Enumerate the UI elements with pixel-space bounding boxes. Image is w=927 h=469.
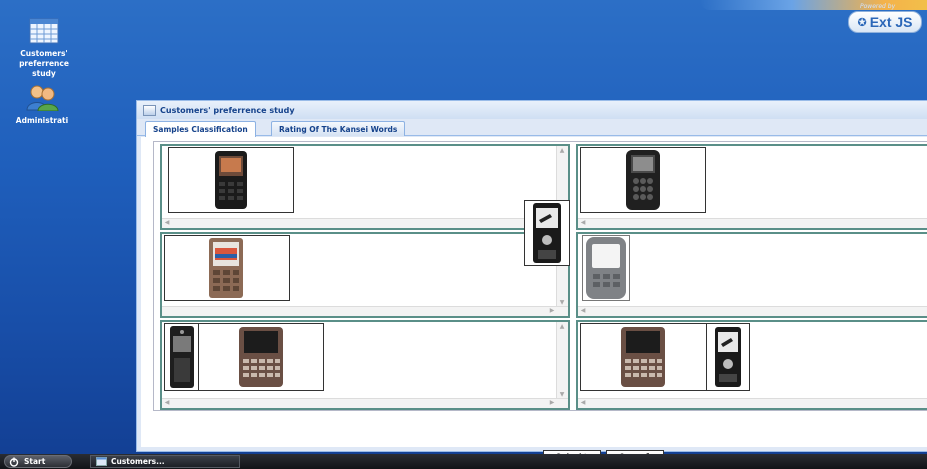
phone-sample[interactable] (164, 323, 200, 391)
horizontal-scrollbar[interactable]: ◀ (162, 218, 568, 228)
vertical-scrollbar[interactable]: ▲ ▼ (556, 322, 568, 399)
desktop-icon-study[interactable]: Customers' preferrence study (14, 18, 74, 79)
dragged-phone-sample[interactable] (524, 200, 570, 266)
phone-sample[interactable] (706, 323, 750, 391)
powered-by-text: Powered by (860, 3, 896, 10)
brown-nokia-phone-icon (209, 238, 243, 298)
black-slider-phone-icon (533, 203, 561, 263)
tab-samples-classification-label: Samples Classification (153, 125, 248, 134)
tab-samples-classification[interactable]: Samples Classification (145, 121, 256, 137)
horizontal-scrollbar[interactable]: ◀ (578, 398, 927, 408)
phone-sample[interactable] (168, 147, 294, 213)
black-slider-phone-icon (715, 327, 741, 387)
tab-panel-body: ▲ ◀ ◀ ▼ ▶ ◀ ▲ ▼ ◀ ▶ ◀ (141, 137, 927, 466)
scroll-left-icon[interactable]: ◀ (579, 307, 587, 315)
desktop-icon-study-label: Customers' preferrence study (19, 49, 69, 78)
horizontal-scrollbar[interactable]: ◀ (578, 306, 927, 316)
extjs-name: Ext JS (869, 14, 913, 30)
scroll-up-icon[interactable]: ▲ (558, 323, 566, 330)
classification-area: ▲ ◀ ◀ ▼ ▶ ◀ ▲ ▼ ◀ ▶ ◀ (153, 141, 927, 411)
taskbar-window-label: Customers... (111, 457, 165, 466)
group-cell-2[interactable]: ◀ (576, 144, 927, 230)
window-icon (143, 104, 156, 116)
black-candybar-phone-icon (215, 151, 247, 209)
scroll-down-icon[interactable]: ▼ (558, 299, 566, 306)
power-icon (9, 457, 19, 467)
phone-sample[interactable] (580, 323, 708, 391)
horizontal-scrollbar[interactable]: ▶ (162, 306, 568, 316)
group-cell-3[interactable]: ▼ ▶ (160, 232, 570, 318)
phone-sample[interactable] (164, 235, 290, 301)
taskbar-window-button[interactable]: Customers... (90, 455, 240, 468)
black-keypad-phone-icon (626, 150, 660, 210)
extjs-spiral-icon: ✪ (857, 15, 867, 29)
scroll-up-icon[interactable]: ▲ (558, 147, 566, 154)
grey-phone-icon (586, 237, 626, 299)
window-titlebar[interactable]: Customers' preferrence study (137, 101, 927, 119)
scroll-down-icon[interactable]: ▼ (558, 391, 566, 398)
tab-strip: Samples Classification Rating Of The Kan… (137, 119, 927, 137)
extjs-badge: ✪ Ext JS (848, 11, 922, 33)
taskbar: Start Customers... (0, 454, 927, 469)
horizontal-scrollbar[interactable]: ◀ ▶ (162, 398, 568, 408)
group-cell-1[interactable]: ▲ ◀ (160, 144, 570, 230)
desktop-icon-admin-label: Administrati (15, 116, 69, 125)
tab-rating-kansei-words[interactable]: Rating Of The Kansei Words (271, 121, 406, 136)
phone-sample[interactable] (580, 147, 706, 213)
start-label: Start (24, 457, 46, 466)
users-icon (12, 83, 72, 114)
study-window: Customers' preferrence study Samples Cla… (136, 100, 927, 466)
group-cell-6[interactable]: ◀ (576, 320, 927, 410)
phone-sample[interactable] (582, 235, 630, 301)
start-button[interactable]: Start (4, 455, 72, 468)
phone-sample[interactable] (198, 323, 324, 391)
group-cell-4[interactable]: ◀ (576, 232, 927, 318)
black-razr-phone-icon (170, 326, 194, 388)
horizontal-scrollbar[interactable]: ◀ (578, 218, 927, 228)
scroll-left-icon[interactable]: ◀ (579, 219, 587, 227)
desktop-icon-admin[interactable]: Administrati (12, 83, 72, 126)
scroll-right-icon[interactable]: ▶ (548, 307, 556, 315)
tab-rating-kansei-words-label: Rating Of The Kansei Words (279, 124, 398, 134)
extjs-logo: Powered by ✪ Ext JS (848, 2, 922, 33)
window-title: Customers' preferrence study (160, 105, 295, 115)
grid-window-icon (96, 457, 107, 466)
brown-qwerty-phone-icon (621, 327, 665, 387)
scroll-left-icon[interactable]: ◀ (579, 399, 587, 407)
group-cell-5[interactable]: ▲ ▼ ◀ ▶ (160, 320, 570, 410)
scroll-left-icon[interactable]: ◀ (163, 399, 171, 407)
grid-window-icon (14, 18, 74, 47)
scroll-right-icon[interactable]: ▶ (548, 399, 556, 407)
scroll-left-icon[interactable]: ◀ (163, 219, 171, 227)
brown-qwerty-phone-icon (239, 327, 283, 387)
